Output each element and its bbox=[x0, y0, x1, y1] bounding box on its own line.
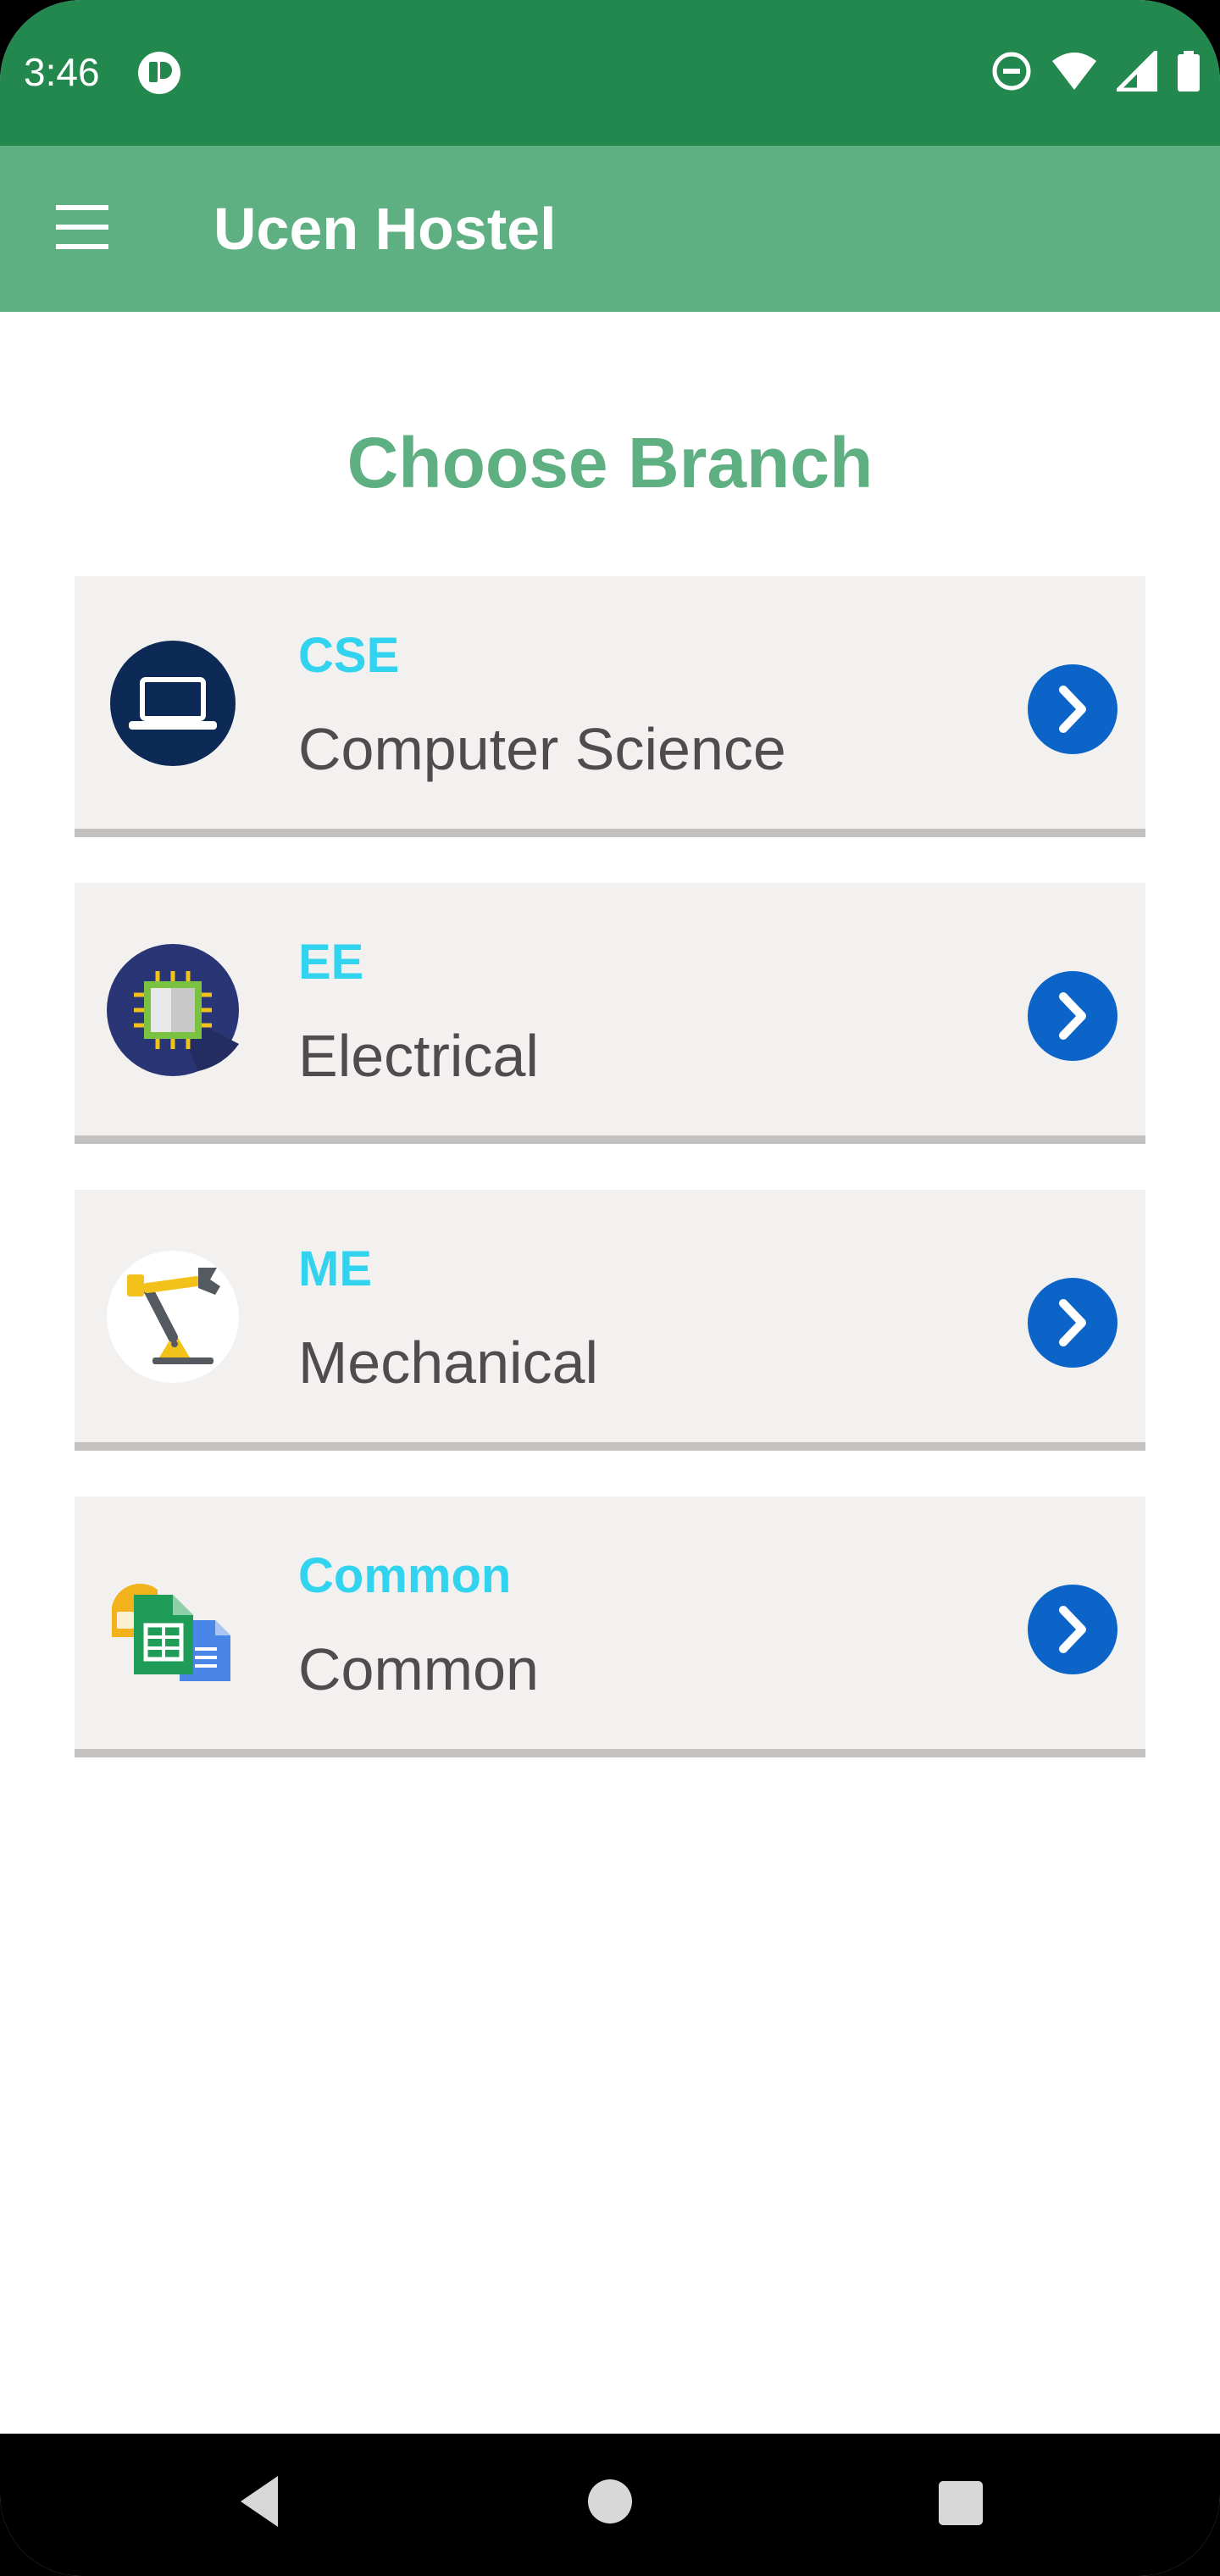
page-heading: Choose Branch bbox=[347, 423, 873, 502]
app-notification-icon bbox=[138, 52, 180, 94]
laptop-icon bbox=[105, 636, 241, 771]
battery-icon bbox=[1178, 51, 1200, 92]
branch-name: Common bbox=[298, 1636, 539, 1702]
back-icon[interactable] bbox=[234, 2469, 285, 2534]
chevron-right-icon[interactable] bbox=[1028, 971, 1117, 1061]
microchip-icon bbox=[105, 942, 241, 1078]
app-bar: Ucen Hostel bbox=[0, 146, 1220, 312]
robotic-arm-icon bbox=[105, 1249, 241, 1385]
home-icon[interactable] bbox=[588, 2479, 632, 2523]
status-time: 3:46 bbox=[24, 50, 100, 94]
status-icons bbox=[991, 51, 1201, 92]
wifi-icon bbox=[1052, 53, 1096, 90]
branch-card-common[interactable]: Common Common bbox=[75, 1496, 1145, 1757]
branch-card-ee[interactable]: EE Electrical bbox=[75, 883, 1145, 1144]
branch-code: EE bbox=[298, 935, 364, 990]
branch-name: Computer Science bbox=[298, 716, 786, 782]
branch-code: ME bbox=[298, 1241, 372, 1296]
branch-name: Electrical bbox=[298, 1023, 539, 1089]
branch-card-cse[interactable]: CSE Computer Science bbox=[75, 576, 1145, 837]
app-screen: 3:46 Ucen Hostel Choose Branch CSE Compu… bbox=[0, 0, 1220, 2576]
navigation-bar bbox=[0, 2434, 1220, 2576]
chevron-right-icon[interactable] bbox=[1028, 1585, 1117, 1674]
branch-card-me[interactable]: ME Mechanical bbox=[75, 1190, 1145, 1451]
signal-icon bbox=[1117, 51, 1157, 92]
chevron-right-icon[interactable] bbox=[1028, 1278, 1117, 1368]
documents-icon bbox=[105, 1556, 241, 1691]
branch-code: CSE bbox=[298, 628, 400, 683]
branch-name: Mechanical bbox=[298, 1330, 599, 1396]
chevron-right-icon[interactable] bbox=[1028, 664, 1117, 754]
app-title: Ucen Hostel bbox=[214, 196, 557, 262]
status-bar: 3:46 bbox=[0, 0, 1220, 146]
branch-code: Common bbox=[298, 1548, 512, 1603]
recents-icon[interactable] bbox=[939, 2481, 983, 2525]
hamburger-menu-icon[interactable] bbox=[53, 202, 112, 253]
do-not-disturb-icon bbox=[992, 52, 1031, 91]
